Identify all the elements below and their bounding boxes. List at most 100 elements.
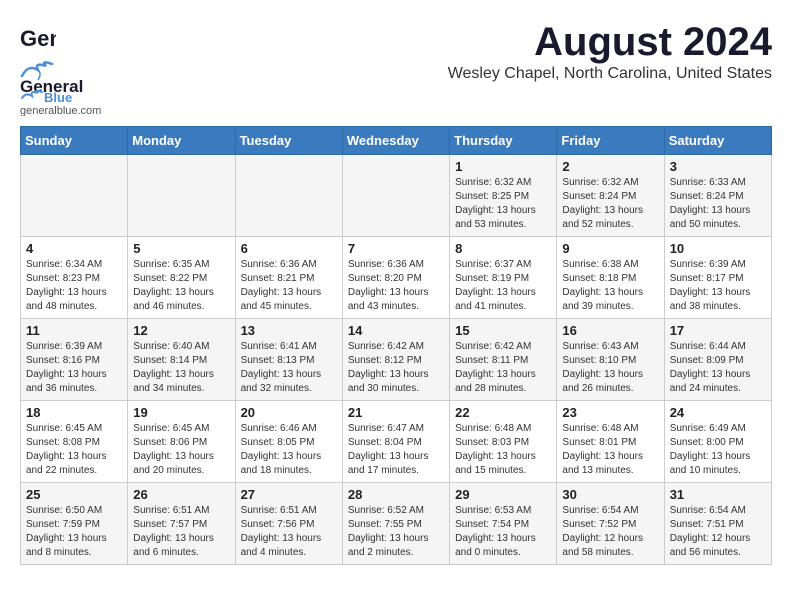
day-header-thursday: Thursday bbox=[450, 127, 557, 155]
day-number: 27 bbox=[241, 487, 337, 502]
day-number: 25 bbox=[26, 487, 122, 502]
calendar-cell: 1 Sunrise: 6:32 AM Sunset: 8:25 PM Daylig… bbox=[450, 155, 557, 237]
calendar-cell: 26 Sunrise: 6:51 AM Sunset: 7:57 PM Dayli… bbox=[128, 483, 235, 565]
logo-icon: General bbox=[20, 20, 56, 56]
calendar-cell: 13 Sunrise: 6:41 AM Sunset: 8:13 PM Dayli… bbox=[235, 319, 342, 401]
day-number: 17 bbox=[670, 323, 766, 338]
day-number: 13 bbox=[241, 323, 337, 338]
cell-content: Sunrise: 6:53 AM Sunset: 7:54 PM Dayligh… bbox=[455, 504, 551, 560]
page-header: General General Blue generalblue.com Aug… bbox=[20, 20, 772, 116]
calendar-cell: 23Sunrise: 6:48 AM Sunset: 8:01 PM Dayli… bbox=[557, 401, 664, 483]
calendar-cell: 8Sunrise: 6:37 AM Sunset: 8:19 PM Daylig… bbox=[450, 237, 557, 319]
day-header-wednesday: Wednesday bbox=[342, 127, 449, 155]
cell-content: Sunrise: 6:32 AM Sunset: 8:25 PM Dayligh… bbox=[455, 176, 551, 232]
day-number: 9 bbox=[562, 241, 658, 256]
day-number: 1 bbox=[455, 159, 551, 174]
calendar-cell: 11 Sunrise: 6:39 AM Sunset: 8:16 PM Dayli… bbox=[21, 319, 128, 401]
cell-content: Sunrise: 6:47 AM Sunset: 8:04 PM Dayligh… bbox=[348, 422, 444, 478]
calendar-cell: 22 Sunrise: 6:48 AM Sunset: 8:03 PM Dayli… bbox=[450, 401, 557, 483]
calendar-cell: 24 Sunrise: 6:49 AM Sunset: 8:00 PM Dayli… bbox=[664, 401, 771, 483]
calendar-cell: 9 Sunrise: 6:38 AM Sunset: 8:18 PM Daylig… bbox=[557, 237, 664, 319]
svg-text:Blue: Blue bbox=[44, 90, 72, 105]
day-number: 14 bbox=[348, 323, 444, 338]
cell-content: Sunrise: 6:48 AM Sunset: 8:03 PM Dayligh… bbox=[455, 422, 551, 478]
cell-content: Sunrise: 6:33 AM Sunset: 8:24 PM Dayligh… bbox=[670, 176, 766, 232]
calendar-cell: 6Sunrise: 6:36 AM Sunset: 8:21 PM Daylig… bbox=[235, 237, 342, 319]
cell-content: Sunrise: 6:48 AM Sunset: 8:01 PM Dayligh… bbox=[562, 422, 658, 478]
cell-content: Sunrise: 6:44 AM Sunset: 8:09 PM Dayligh… bbox=[670, 340, 766, 396]
title-area: August 2024 Wesley Chapel, North Carolin… bbox=[448, 20, 772, 83]
cell-content: Sunrise: 6:43 AM Sunset: 8:10 PM Dayligh… bbox=[562, 340, 658, 396]
calendar-header-row: SundayMondayTuesdayWednesdayThursdayFrid… bbox=[21, 127, 772, 155]
calendar-cell: 19 Sunrise: 6:45 AM Sunset: 8:06 PM Dayli… bbox=[128, 401, 235, 483]
calendar-cell: 16 Sunrise: 6:43 AM Sunset: 8:10 PM Dayli… bbox=[557, 319, 664, 401]
cell-content: Sunrise: 6:34 AM Sunset: 8:23 PM Dayligh… bbox=[26, 258, 122, 314]
day-header-sunday: Sunday bbox=[21, 127, 128, 155]
cell-content: Sunrise: 6:36 AM Sunset: 8:20 PM Dayligh… bbox=[348, 258, 444, 314]
day-number: 29 bbox=[455, 487, 551, 502]
day-number: 26 bbox=[133, 487, 229, 502]
svg-text:generalblue.com: generalblue.com bbox=[20, 105, 101, 116]
calendar-cell: 30Sunrise: 6:54 AM Sunset: 7:52 PM Dayli… bbox=[557, 483, 664, 565]
day-number: 19 bbox=[133, 405, 229, 420]
cell-content: Sunrise: 6:49 AM Sunset: 8:00 PM Dayligh… bbox=[670, 422, 766, 478]
cell-content: Sunrise: 6:42 AM Sunset: 8:11 PM Dayligh… bbox=[455, 340, 551, 396]
day-number: 8 bbox=[455, 241, 551, 256]
day-number: 31 bbox=[670, 487, 766, 502]
day-number: 28 bbox=[348, 487, 444, 502]
day-number: 21 bbox=[348, 405, 444, 420]
calendar-cell: 12 Sunrise: 6:40 AM Sunset: 8:14 PM Dayli… bbox=[128, 319, 235, 401]
cell-content: Sunrise: 6:46 AM Sunset: 8:05 PM Dayligh… bbox=[241, 422, 337, 478]
calendar-cell: 15 Sunrise: 6:42 AM Sunset: 8:11 PM Dayli… bbox=[450, 319, 557, 401]
day-number: 6 bbox=[241, 241, 337, 256]
day-number: 16 bbox=[562, 323, 658, 338]
calendar-cell: 20Sunrise: 6:46 AM Sunset: 8:05 PM Dayli… bbox=[235, 401, 342, 483]
cell-content: Sunrise: 6:38 AM Sunset: 8:18 PM Dayligh… bbox=[562, 258, 658, 314]
calendar-week-row: 4 Sunrise: 6:34 AM Sunset: 8:23 PM Daylig… bbox=[21, 237, 772, 319]
calendar-cell bbox=[128, 155, 235, 237]
calendar-week-row: 18Sunrise: 6:45 AM Sunset: 8:08 PM Dayli… bbox=[21, 401, 772, 483]
day-number: 4 bbox=[26, 241, 122, 256]
calendar-cell: 14 Sunrise: 6:42 AM Sunset: 8:12 PM Dayli… bbox=[342, 319, 449, 401]
day-header-tuesday: Tuesday bbox=[235, 127, 342, 155]
day-number: 24 bbox=[670, 405, 766, 420]
calendar-table: SundayMondayTuesdayWednesdayThursdayFrid… bbox=[20, 126, 772, 565]
calendar-cell: 21 Sunrise: 6:47 AM Sunset: 8:04 PM Dayli… bbox=[342, 401, 449, 483]
day-header-saturday: Saturday bbox=[664, 127, 771, 155]
cell-content: Sunrise: 6:40 AM Sunset: 8:14 PM Dayligh… bbox=[133, 340, 229, 396]
cell-content: Sunrise: 6:45 AM Sunset: 8:06 PM Dayligh… bbox=[133, 422, 229, 478]
calendar-cell: 18Sunrise: 6:45 AM Sunset: 8:08 PM Dayli… bbox=[21, 401, 128, 483]
calendar-week-row: 1 Sunrise: 6:32 AM Sunset: 8:25 PM Daylig… bbox=[21, 155, 772, 237]
cell-content: Sunrise: 6:41 AM Sunset: 8:13 PM Dayligh… bbox=[241, 340, 337, 396]
calendar-cell bbox=[342, 155, 449, 237]
svg-text:General: General bbox=[20, 26, 56, 51]
calendar-cell: 7Sunrise: 6:36 AM Sunset: 8:20 PM Daylig… bbox=[342, 237, 449, 319]
day-number: 5 bbox=[133, 241, 229, 256]
calendar-cell: 10 Sunrise: 6:39 AM Sunset: 8:17 PM Dayli… bbox=[664, 237, 771, 319]
cell-content: Sunrise: 6:39 AM Sunset: 8:17 PM Dayligh… bbox=[670, 258, 766, 314]
logo-text-svg: Blue generalblue.com bbox=[20, 88, 130, 116]
day-number: 22 bbox=[455, 405, 551, 420]
day-number: 10 bbox=[670, 241, 766, 256]
day-number: 3 bbox=[670, 159, 766, 174]
calendar-cell: 31 Sunrise: 6:54 AM Sunset: 7:51 PM Dayli… bbox=[664, 483, 771, 565]
calendar-cell: 27 Sunrise: 6:51 AM Sunset: 7:56 PM Dayli… bbox=[235, 483, 342, 565]
calendar-cell: 29 Sunrise: 6:53 AM Sunset: 7:54 PM Dayli… bbox=[450, 483, 557, 565]
calendar-week-row: 11 Sunrise: 6:39 AM Sunset: 8:16 PM Dayli… bbox=[21, 319, 772, 401]
day-number: 15 bbox=[455, 323, 551, 338]
calendar-cell: 25Sunrise: 6:50 AM Sunset: 7:59 PM Dayli… bbox=[21, 483, 128, 565]
day-number: 18 bbox=[26, 405, 122, 420]
calendar-cell: 4 Sunrise: 6:34 AM Sunset: 8:23 PM Daylig… bbox=[21, 237, 128, 319]
calendar-cell: 17 Sunrise: 6:44 AM Sunset: 8:09 PM Dayli… bbox=[664, 319, 771, 401]
main-title: August 2024 bbox=[448, 20, 772, 65]
day-number: 12 bbox=[133, 323, 229, 338]
cell-content: Sunrise: 6:51 AM Sunset: 7:57 PM Dayligh… bbox=[133, 504, 229, 560]
cell-content: Sunrise: 6:51 AM Sunset: 7:56 PM Dayligh… bbox=[241, 504, 337, 560]
cell-content: Sunrise: 6:54 AM Sunset: 7:52 PM Dayligh… bbox=[562, 504, 658, 560]
day-number: 11 bbox=[26, 323, 122, 338]
cell-content: Sunrise: 6:39 AM Sunset: 8:16 PM Dayligh… bbox=[26, 340, 122, 396]
cell-content: Sunrise: 6:35 AM Sunset: 8:22 PM Dayligh… bbox=[133, 258, 229, 314]
calendar-week-row: 25Sunrise: 6:50 AM Sunset: 7:59 PM Dayli… bbox=[21, 483, 772, 565]
cell-content: Sunrise: 6:42 AM Sunset: 8:12 PM Dayligh… bbox=[348, 340, 444, 396]
cell-content: Sunrise: 6:54 AM Sunset: 7:51 PM Dayligh… bbox=[670, 504, 766, 560]
